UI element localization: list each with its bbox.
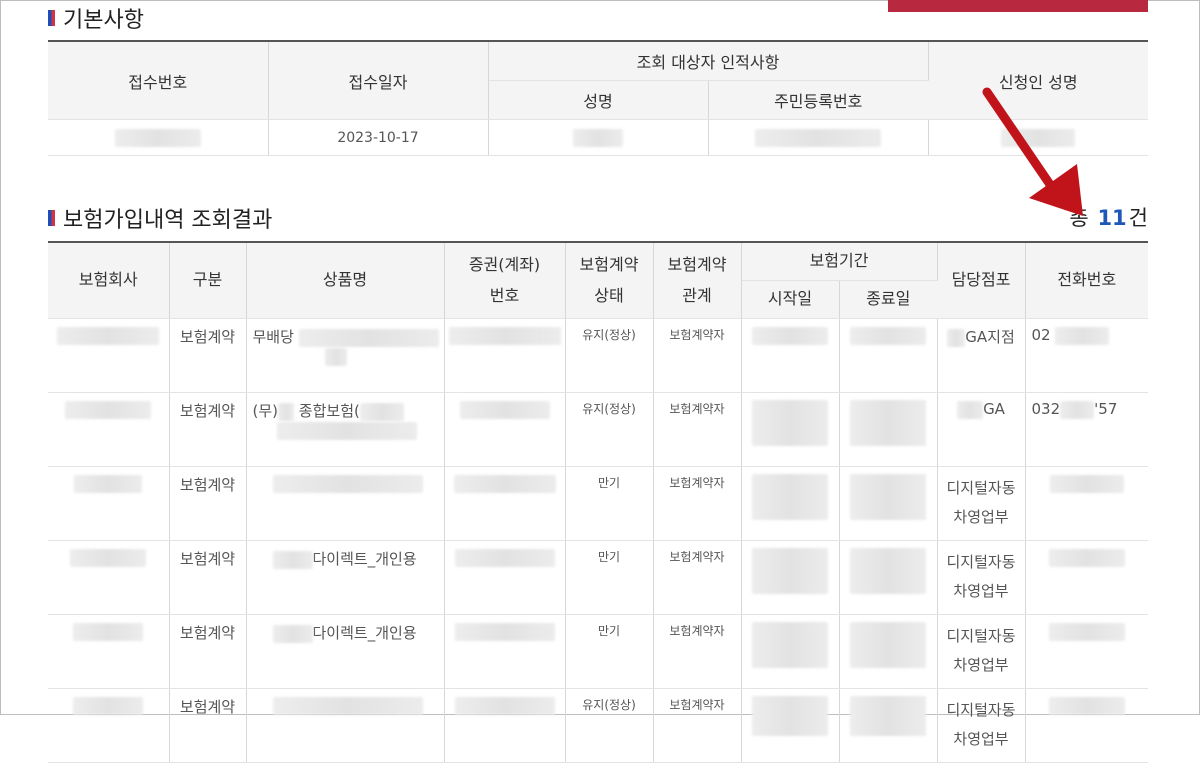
header-start: 시작일	[741, 280, 840, 319]
branch-cell: 디지털자동 차영업부	[937, 688, 1026, 763]
section-basic-title: 기본사항	[48, 2, 144, 34]
product-cell	[246, 688, 445, 763]
section-result-title-text: 보험가입내역 조회결과	[63, 208, 273, 233]
section-marker-icon	[48, 10, 55, 26]
table-row: 보험계약 다이렉트_개인용 만기 보험계약자 디지털자동 차영업부	[48, 540, 1149, 615]
redacted-cell	[708, 119, 929, 156]
redacted-cell	[488, 119, 709, 156]
table-row: 보험계약 다이렉트_개인용 만기 보험계약자 디지털자동 차영업부	[48, 614, 1149, 689]
header-status: 보험계약 상태	[565, 242, 654, 319]
receipt-date-cell: 2023-10-17	[268, 119, 489, 156]
product-cell: 다이렉트_개인용	[246, 540, 445, 615]
product-cell: 다이렉트_개인용	[246, 614, 445, 689]
header-resident-no: 주민등록번호	[708, 80, 928, 120]
table-row: 보험계약 무배당 유지(정상) 보험계약자 GA지점 02	[48, 318, 1149, 393]
total-suffix: 건	[1128, 206, 1148, 230]
header-name: 성명	[488, 80, 709, 120]
relation-cell: 보험계약자	[653, 688, 742, 763]
branch-cell: GA지점	[937, 318, 1026, 393]
header-target-group: 조회 대상자 인적사항	[488, 41, 929, 81]
phone-cell: 032'57	[1025, 392, 1149, 467]
header-policy-no: 증권(계좌) 번호	[444, 242, 566, 319]
category-cell: 보험계약	[169, 614, 247, 689]
product-cell: 무배당	[246, 318, 445, 393]
branch-cell: GA	[937, 392, 1026, 467]
category-cell: 보험계약	[169, 540, 247, 615]
header-category: 구분	[169, 242, 247, 319]
section-result-title: 보험가입내역 조회결과	[48, 202, 272, 234]
branch-cell: 디지털자동 차영업부	[937, 466, 1026, 541]
product-cell: (무) 종합보험(	[246, 392, 445, 467]
branch-cell: 디지털자동 차영업부	[937, 614, 1026, 689]
header-period: 보험기간	[741, 242, 938, 281]
section-marker-icon	[48, 210, 55, 226]
category-cell: 보험계약	[169, 466, 247, 541]
top-accent-bar	[888, 0, 1148, 12]
total-count-number: 11	[1097, 206, 1127, 230]
product-cell	[246, 466, 445, 541]
status-cell: 유지(정상)	[565, 392, 654, 467]
red-arrow-icon	[982, 87, 1083, 216]
section-basic-title-text: 기본사항	[63, 8, 144, 33]
header-end: 종료일	[839, 280, 938, 319]
table-row: 보험계약 유지(정상) 보험계약자 디지털자동 차영업부	[48, 688, 1149, 763]
status-cell: 만기	[565, 466, 654, 541]
header-receipt-date: 접수일자	[268, 41, 489, 120]
category-cell: 보험계약	[169, 688, 247, 763]
header-relation: 보험계약 관계	[653, 242, 742, 319]
relation-cell: 보험계약자	[653, 540, 742, 615]
table-row: 보험계약 만기 보험계약자 디지털자동 차영업부	[48, 466, 1149, 541]
result-table: 보험회사 구분 상품명 증권(계좌) 번호 보험계약 상태 보험계약 관계 보험기간 …	[48, 241, 1149, 763]
header-branch: 담당점포	[937, 242, 1026, 319]
header-phone: 전화번호	[1025, 242, 1149, 319]
status-cell: 만기	[565, 614, 654, 689]
category-cell: 보험계약	[169, 318, 247, 393]
relation-cell: 보험계약자	[653, 614, 742, 689]
table-row: 보험계약 (무) 종합보험( 유지(정상) 보험계약자 GA 032'57	[48, 392, 1149, 467]
status-cell: 유지(정상)	[565, 688, 654, 763]
relation-cell: 보험계약자	[653, 466, 742, 541]
header-receipt-no: 접수번호	[48, 41, 269, 120]
status-cell: 유지(정상)	[565, 318, 654, 393]
relation-cell: 보험계약자	[653, 318, 742, 393]
relation-cell: 보험계약자	[653, 392, 742, 467]
header-company: 보험회사	[48, 242, 170, 319]
phone-cell: 02	[1025, 318, 1149, 393]
branch-cell: 디지털자동 차영업부	[937, 540, 1026, 615]
category-cell: 보험계약	[169, 392, 247, 467]
header-product: 상품명	[246, 242, 445, 319]
redacted-cell	[48, 119, 269, 156]
status-cell: 만기	[565, 540, 654, 615]
